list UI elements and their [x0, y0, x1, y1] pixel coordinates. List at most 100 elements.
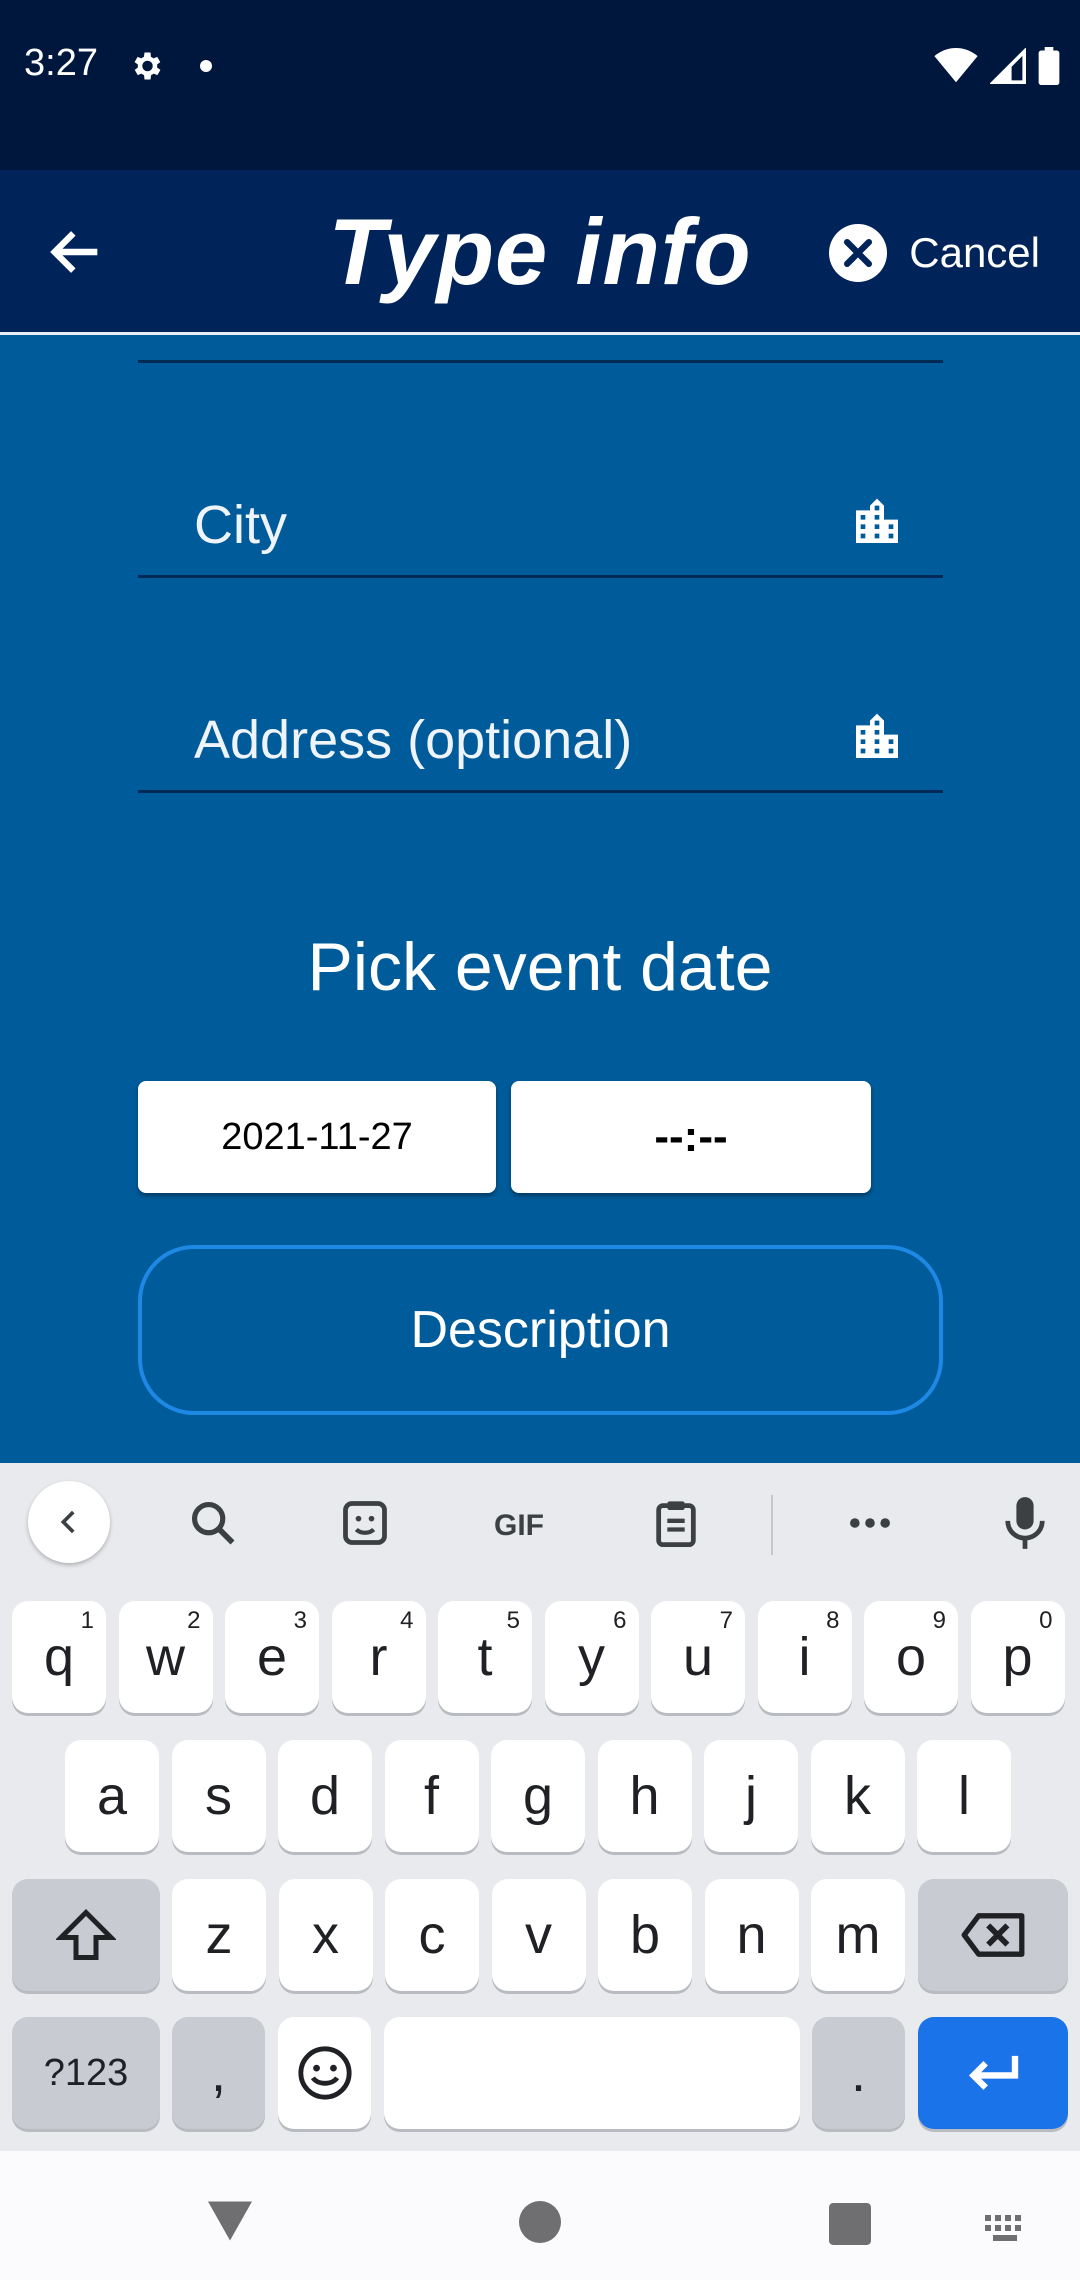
emoji-smiley-icon [297, 2046, 352, 2100]
backspace-icon [961, 1913, 1025, 1957]
key-g[interactable]: g [491, 1740, 585, 1852]
chevron-left-icon [60, 1510, 75, 1534]
svg-text:GIF: GIF [494, 1509, 544, 1542]
battery-icon [1038, 47, 1060, 85]
shift-key[interactable] [12, 1879, 160, 1991]
key-hint-number: 6 [613, 1607, 627, 1634]
previous-field-underline [138, 360, 943, 363]
key-hint-number: 5 [506, 1607, 520, 1634]
address-buildings-icon [856, 713, 898, 758]
key-label: w [146, 1627, 185, 1687]
key-label: o [895, 1627, 927, 1687]
key-e[interactable]: e3 [225, 1601, 319, 1713]
search-icon [191, 1501, 235, 1545]
key-hint-number: 7 [719, 1607, 733, 1634]
key-hint-number: 0 [1039, 1607, 1053, 1634]
keyboard-clipboard-button[interactable] [638, 1485, 714, 1561]
backspace-key[interactable] [918, 1879, 1068, 1991]
comma-key[interactable]: , [172, 2017, 265, 2129]
key-hint-number: 1 [80, 1607, 94, 1634]
key-q[interactable]: q1 [12, 1601, 106, 1713]
clipboard-icon [656, 1501, 696, 1548]
key-hint-number: 4 [400, 1607, 414, 1634]
key-x[interactable]: x [278, 1879, 373, 1991]
enter-key[interactable] [918, 2017, 1068, 2129]
keyboard-sticker-button[interactable] [327, 1485, 403, 1561]
notification-dot-icon [200, 60, 212, 72]
key-n[interactable]: n [704, 1879, 799, 1991]
address-field[interactable]: Address (optional) [138, 683, 943, 793]
keyboard-toolbar: GIF [0, 1463, 1080, 1583]
key-v[interactable]: v [491, 1879, 586, 1991]
enter-return-icon [968, 2055, 1019, 2090]
key-t[interactable]: t5 [438, 1601, 532, 1713]
key-label: y [578, 1627, 605, 1687]
date-picker-button[interactable]: 2021-11-27 [138, 1081, 496, 1193]
key-hint-number: 2 [187, 1607, 201, 1634]
key-o[interactable]: o9 [864, 1601, 958, 1713]
settings-gear-icon [134, 52, 161, 80]
key-l[interactable]: l [917, 1740, 1011, 1852]
pick-event-date-heading: Pick event date [307, 929, 773, 1005]
keyboard-search-button[interactable] [175, 1485, 251, 1561]
app-bar: Type info Cancel [0, 170, 1080, 335]
key-m[interactable]: m [811, 1879, 905, 1991]
nav-home-circle-icon[interactable] [519, 2201, 561, 2243]
status-icons [934, 44, 1060, 88]
gif-icon: GIF [494, 1509, 544, 1542]
city-field[interactable]: City [138, 468, 943, 578]
wifi-icon [934, 48, 978, 83]
keyboard-gif-button[interactable]: GIF [481, 1485, 557, 1561]
microphone-icon [1005, 1497, 1045, 1549]
key-b[interactable]: b [598, 1879, 692, 1991]
key-h[interactable]: h [597, 1740, 692, 1852]
form-area: City Address (optional) Pick event date … [0, 338, 1080, 1463]
key-y[interactable]: y6 [544, 1601, 639, 1713]
keyboard-collapse-button[interactable] [28, 1481, 110, 1563]
keyboard-switch-icon[interactable] [985, 2215, 1029, 2243]
on-screen-keyboard: GIF q1w2e3r4t5y6u7i8o9p0 asdfghjkl z x c… [0, 1463, 1080, 2151]
key-u[interactable]: u7 [651, 1601, 745, 1713]
key-label: i [798, 1627, 811, 1687]
key-label: q [43, 1627, 75, 1687]
close-circle-icon [829, 224, 888, 282]
key-r[interactable]: r4 [331, 1601, 426, 1713]
key-i[interactable]: i8 [757, 1601, 852, 1713]
keyboard-voice-button[interactable] [987, 1485, 1063, 1561]
key-label: t [477, 1627, 493, 1687]
status-time: 3:27 [24, 42, 98, 84]
key-hint-number: 3 [293, 1607, 307, 1634]
key-j[interactable]: j [704, 1740, 798, 1852]
keyboard-more-button[interactable] [832, 1485, 908, 1561]
key-k[interactable]: k [810, 1740, 905, 1852]
more-horizontal-icon [850, 1518, 890, 1528]
key-a[interactable]: a [65, 1740, 159, 1852]
symbols-key[interactable]: ?123 [12, 2017, 160, 2129]
key-z[interactable]: z [172, 1879, 266, 1991]
key-c[interactable]: c [385, 1879, 479, 1991]
status-bar: 3:27 [0, 0, 1080, 170]
emoji-key[interactable] [278, 2017, 371, 2129]
key-p[interactable]: p0 [970, 1601, 1065, 1713]
key-f[interactable]: f [384, 1740, 479, 1852]
address-placeholder: Address (optional) [194, 710, 633, 770]
nav-recents-square-icon[interactable] [829, 2203, 871, 2245]
key-s[interactable]: s [171, 1740, 266, 1852]
key-w[interactable]: w2 [118, 1601, 213, 1713]
cancel-button[interactable]: Cancel [829, 218, 1040, 288]
nav-back-triangle-icon[interactable] [205, 2199, 255, 2243]
period-key[interactable]: . [812, 2017, 905, 2129]
time-picker-button[interactable]: --:-- [511, 1081, 871, 1193]
system-navigation-bar [0, 2151, 1080, 2280]
key-d[interactable]: d [278, 1740, 372, 1852]
cancel-label: Cancel [909, 229, 1040, 276]
description-button[interactable]: Description [138, 1245, 943, 1415]
key-hint-number: 9 [932, 1607, 946, 1634]
city-buildings-icon [856, 498, 898, 543]
city-placeholder: City [194, 495, 287, 555]
spacebar-key[interactable] [384, 2017, 800, 2129]
key-label: p [1002, 1627, 1033, 1687]
key-label: r [369, 1627, 388, 1687]
key-label: e [256, 1627, 288, 1687]
cellular-signal-icon [990, 48, 1026, 84]
